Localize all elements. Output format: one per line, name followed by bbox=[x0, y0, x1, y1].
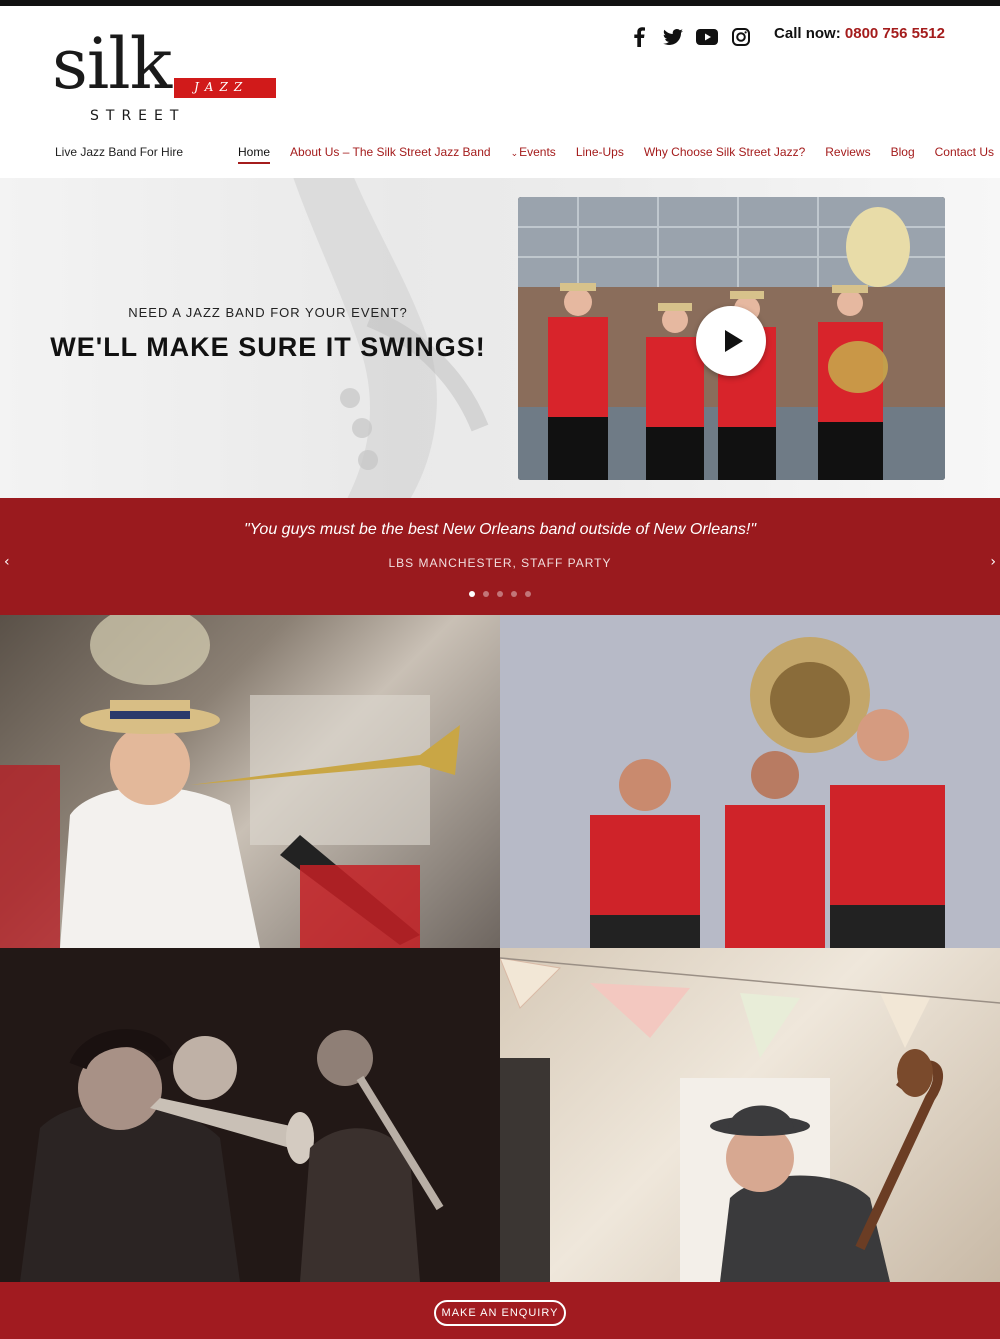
slider-dots bbox=[0, 591, 1000, 597]
social-links bbox=[628, 26, 752, 48]
call-now: Call now: 0800 756 5512 bbox=[774, 25, 945, 42]
phone-number[interactable]: 0800 756 5512 bbox=[845, 25, 945, 42]
chevron-down-icon: ⌄ bbox=[510, 148, 519, 158]
facebook-icon[interactable] bbox=[628, 26, 650, 48]
slider-dot-2[interactable] bbox=[483, 591, 489, 597]
nav-item-line-ups[interactable]: Line-Ups bbox=[576, 145, 624, 164]
photo-trumpet-player bbox=[0, 615, 500, 948]
slider-dot-4[interactable] bbox=[511, 591, 517, 597]
call-label: Call now: bbox=[774, 25, 841, 42]
nav-item-why-choose[interactable]: Why Choose Silk Street Jazz? bbox=[644, 145, 805, 164]
site-tagline: Live Jazz Band For Hire bbox=[55, 145, 184, 159]
photo-trombone-player bbox=[0, 948, 500, 1282]
testimonial-slider: ‹ "You guys must be the best New Orleans… bbox=[0, 498, 1000, 615]
site-header: silk JAZZ STREET Call now: 0800 756 5512… bbox=[0, 6, 1000, 178]
hero-section: NEED A JAZZ BAND FOR YOUR EVENT? WE'LL M… bbox=[0, 178, 1000, 498]
slider-dot-1[interactable] bbox=[469, 591, 475, 597]
photo-double-bass-player bbox=[500, 948, 1000, 1282]
hero-kicker: NEED A JAZZ BAND FOR YOUR EVENT? bbox=[128, 305, 408, 320]
nav-item-about[interactable]: About Us – The Silk Street Jazz Band bbox=[290, 145, 491, 164]
twitter-icon[interactable] bbox=[662, 26, 684, 48]
slider-dot-5[interactable] bbox=[525, 591, 531, 597]
instagram-icon[interactable] bbox=[730, 26, 752, 48]
play-button[interactable] bbox=[696, 306, 766, 376]
hero-headline: WE'LL MAKE SURE IT SWINGS! bbox=[50, 332, 486, 362]
nav-item-reviews[interactable]: Reviews bbox=[825, 145, 870, 164]
logo-word-street: STREET bbox=[90, 108, 186, 124]
nav-item-events-label: Events bbox=[519, 145, 556, 159]
nav-item-contact[interactable]: Contact Us bbox=[935, 145, 994, 164]
slider-dot-3[interactable] bbox=[497, 591, 503, 597]
nav-item-home[interactable]: Home bbox=[238, 145, 271, 164]
photo-brass-trio bbox=[500, 615, 1000, 948]
make-enquiry-button[interactable]: MAKE AN ENQUIRY bbox=[434, 1300, 566, 1326]
logo-word-silk: silk bbox=[52, 23, 172, 105]
site-logo[interactable]: silk JAZZ STREET bbox=[52, 22, 282, 132]
nav-item-blog[interactable]: Blog bbox=[891, 145, 915, 164]
enquiry-bar: MAKE AN ENQUIRY bbox=[0, 1282, 1000, 1339]
play-icon bbox=[724, 330, 743, 352]
testimonial-citation: LBS MANCHESTER, STAFF PARTY bbox=[388, 556, 612, 570]
chevron-right-icon[interactable]: › bbox=[990, 554, 996, 570]
video-player[interactable] bbox=[518, 197, 945, 480]
nav-item-events[interactable]: ⌄Events bbox=[511, 145, 556, 164]
youtube-icon[interactable] bbox=[696, 26, 718, 48]
logo-word-jazz: JAZZ bbox=[194, 80, 249, 94]
main-nav: Home About Us – The Silk Street Jazz Ban… bbox=[238, 145, 994, 164]
testimonial-quote: "You guys must be the best New Orleans b… bbox=[243, 521, 757, 538]
